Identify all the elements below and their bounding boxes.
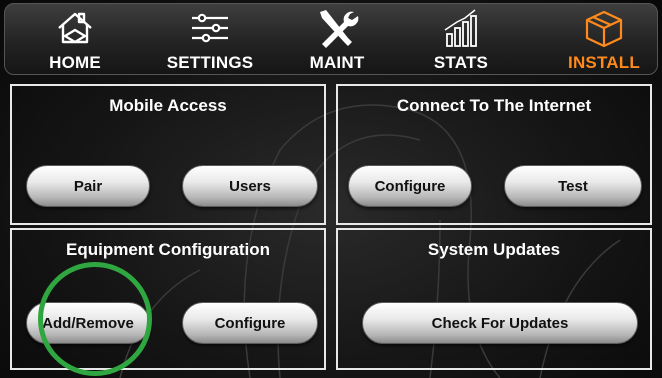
- test-button[interactable]: Test: [504, 165, 642, 207]
- tab-settings[interactable]: SETTINGS: [155, 4, 265, 76]
- install-screen: HOME SETTINGS MAINT STATS INSTALL Mobile…: [0, 0, 662, 378]
- internet-panel: Connect To The Internet Configure Test: [336, 84, 652, 225]
- tab-install[interactable]: INSTALL: [549, 4, 659, 76]
- tab-install-label: INSTALL: [568, 53, 640, 72]
- tab-maint-label: MAINT: [309, 53, 365, 72]
- home-icon: [58, 12, 92, 44]
- wrench-screwdriver-icon: [320, 10, 359, 48]
- tab-home-label: HOME: [49, 53, 101, 72]
- updates-panel: System Updates Check For Updates: [336, 228, 652, 370]
- pair-button[interactable]: Pair: [26, 165, 150, 207]
- tab-stats[interactable]: STATS: [411, 4, 511, 76]
- mobile-access-title: Mobile Access: [109, 96, 227, 115]
- users-button[interactable]: Users: [182, 165, 318, 207]
- tab-home[interactable]: HOME: [25, 4, 125, 76]
- box-icon: [585, 10, 623, 48]
- bar-chart-icon: [444, 9, 477, 47]
- tab-settings-label: SETTINGS: [166, 53, 254, 72]
- updates-title: System Updates: [427, 240, 561, 259]
- top-nav-bar: HOME SETTINGS MAINT STATS INSTALL: [4, 3, 658, 75]
- internet-title: Connect To The Internet: [396, 96, 592, 115]
- equipment-configure-button[interactable]: Configure: [182, 302, 318, 344]
- sliders-icon: [192, 13, 228, 43]
- internet-configure-button[interactable]: Configure: [348, 165, 472, 207]
- tab-maint[interactable]: MAINT: [287, 4, 387, 76]
- mobile-access-panel: Mobile Access Pair Users: [10, 84, 326, 225]
- add-remove-button[interactable]: Add/Remove: [26, 302, 150, 344]
- equipment-title: Equipment Configuration: [66, 240, 270, 259]
- equipment-panel: Equipment Configuration Add/Remove Confi…: [10, 228, 326, 370]
- check-for-updates-button[interactable]: Check For Updates: [362, 302, 638, 344]
- tab-stats-label: STATS: [433, 53, 489, 72]
